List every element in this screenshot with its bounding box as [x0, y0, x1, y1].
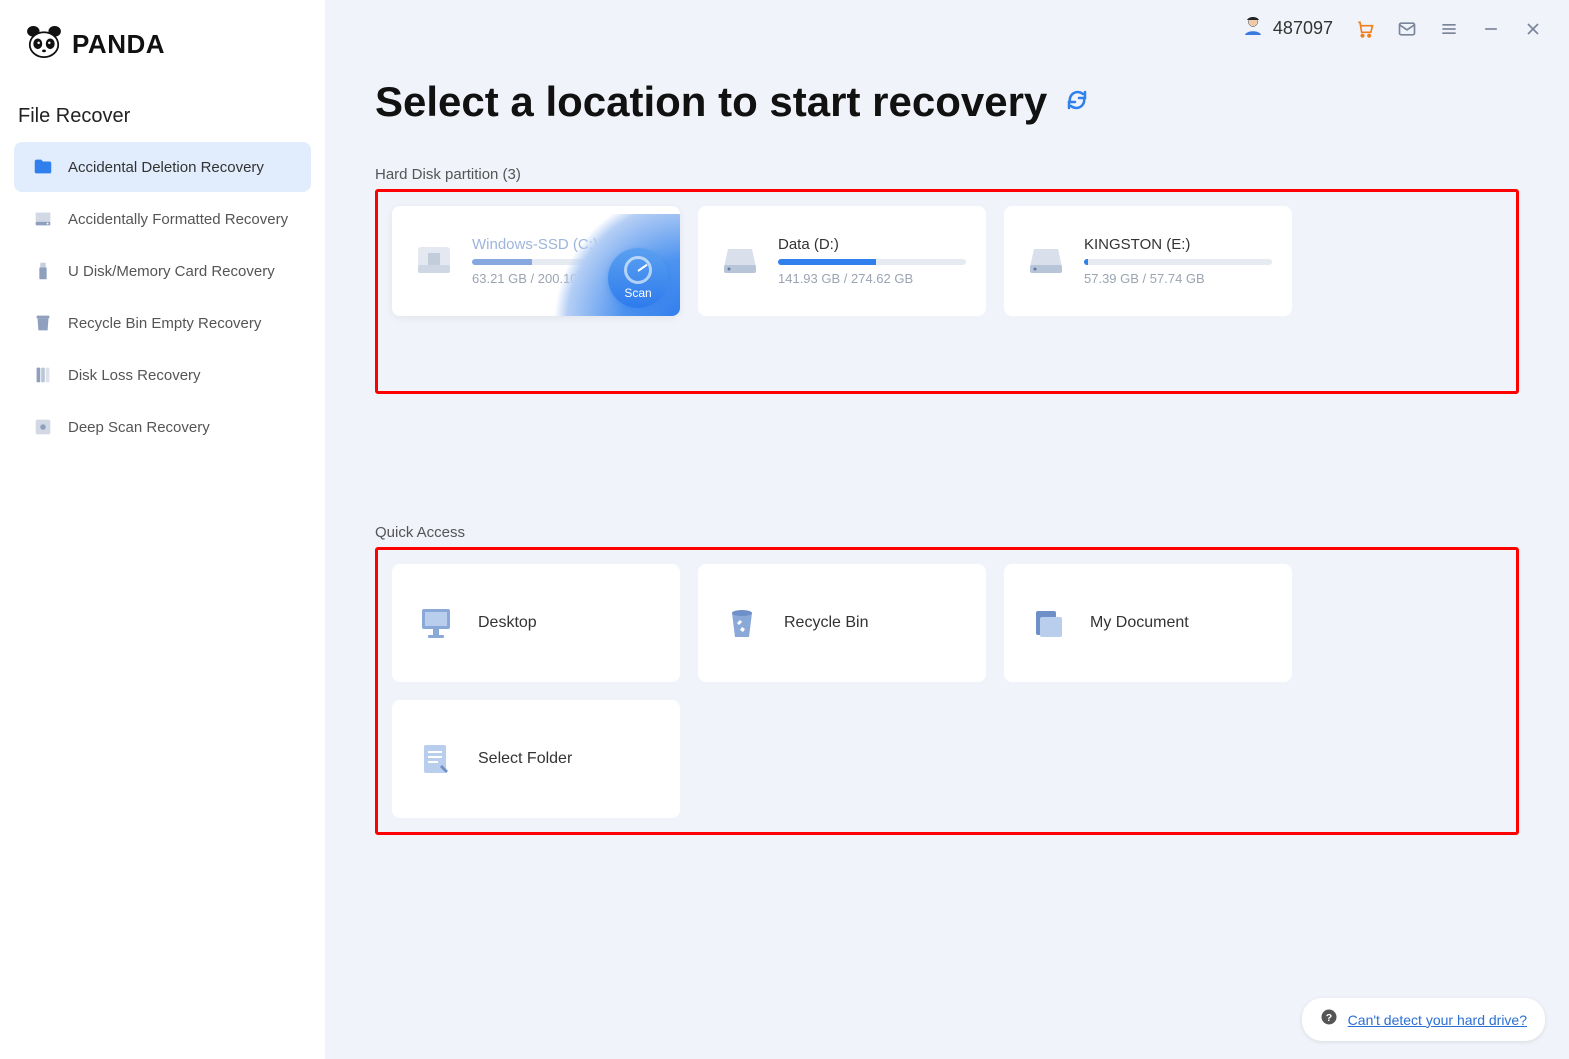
partition-cards: Windows-SSD (C:) 63.21 GB / 200.10 GB Sc… — [392, 206, 1502, 316]
minimize-icon[interactable] — [1481, 19, 1501, 39]
partition-name: KINGSTON (E:) — [1084, 236, 1272, 253]
drive-icon — [1024, 239, 1068, 283]
panda-icon — [26, 26, 62, 63]
cart-icon[interactable] — [1355, 19, 1375, 39]
partition-name: Data (D:) — [778, 236, 966, 253]
quick-access-item-label: Recycle Bin — [784, 614, 868, 632]
sidebar-item-label: Recycle Bin Empty Recovery — [68, 315, 261, 332]
folder-icon — [32, 156, 54, 178]
sidebar-item-disk-loss[interactable]: Disk Loss Recovery — [14, 350, 311, 400]
trash-icon — [32, 312, 54, 334]
sidebar-item-label: Accidental Deletion Recovery — [68, 159, 264, 176]
partition-section-label: Hard Disk partition (3) — [375, 166, 1519, 183]
brand-text: PANDA — [72, 29, 165, 60]
sidebar-item-label: U Disk/Memory Card Recovery — [68, 263, 275, 280]
document-icon — [1028, 603, 1068, 643]
partition-card-d[interactable]: Data (D:) 141.93 GB / 274.62 GB — [698, 206, 986, 316]
refresh-icon[interactable] — [1065, 88, 1089, 117]
quick-access-cards: Desktop Recycle Bin My Document — [392, 564, 1502, 818]
sidebar-item-udisk[interactable]: U Disk/Memory Card Recovery — [14, 246, 311, 296]
scan-icon — [32, 416, 54, 438]
partition-card-c[interactable]: Windows-SSD (C:) 63.21 GB / 200.10 GB Sc… — [392, 206, 680, 316]
quick-access-select-folder[interactable]: Select Folder — [392, 700, 680, 818]
sidebar-item-label: Accidentally Formatted Recovery — [68, 211, 288, 228]
main-area: 487097 Select a location to start recove… — [325, 0, 1569, 1059]
mail-icon[interactable] — [1397, 19, 1417, 39]
quick-access-item-label: My Document — [1090, 614, 1189, 632]
menu-icon[interactable] — [1439, 19, 1459, 39]
help-icon: ? — [1320, 1008, 1338, 1031]
sidebar-item-label: Disk Loss Recovery — [68, 367, 201, 384]
desktop-icon — [416, 603, 456, 643]
sidebar-item-formatted[interactable]: Accidentally Formatted Recovery — [14, 194, 311, 244]
page-title: Select a location to start recovery — [375, 78, 1047, 126]
hdd-icon — [32, 208, 54, 230]
partition-size: 141.93 GB / 274.62 GB — [778, 271, 966, 286]
quick-access-item-label: Desktop — [478, 614, 537, 632]
sidebar-item-deep-scan[interactable]: Deep Scan Recovery — [14, 402, 311, 452]
sidebar-nav: Accidental Deletion Recovery Accidentall… — [0, 142, 325, 452]
quick-access-recycle-bin[interactable]: Recycle Bin — [698, 564, 986, 682]
sidebar: PANDA File Recover Accidental Deletion R… — [0, 0, 325, 1059]
usage-bar — [778, 259, 966, 265]
quick-access-item-label: Select Folder — [478, 750, 572, 768]
user-badge[interactable]: 487097 — [1241, 14, 1333, 43]
partition-highlight-box: Windows-SSD (C:) 63.21 GB / 200.10 GB Sc… — [375, 189, 1519, 394]
usage-bar — [1084, 259, 1272, 265]
sidebar-section-title: File Recover — [0, 83, 325, 142]
select-folder-icon — [416, 739, 456, 779]
svg-text:?: ? — [1325, 1012, 1331, 1024]
sidebar-item-label: Deep Scan Recovery — [68, 419, 210, 436]
drive-icon — [718, 239, 762, 283]
close-icon[interactable] — [1523, 19, 1543, 39]
quick-access-desktop[interactable]: Desktop — [392, 564, 680, 682]
scan-button[interactable]: Scan — [608, 248, 668, 308]
partition-size: 57.39 GB / 57.74 GB — [1084, 271, 1272, 286]
scan-label: Scan — [624, 286, 651, 300]
sidebar-item-accidental-deletion[interactable]: Accidental Deletion Recovery — [14, 142, 311, 192]
avatar-icon — [1241, 14, 1265, 43]
quick-access-highlight-box: Desktop Recycle Bin My Document — [375, 547, 1519, 835]
brand-logo: PANDA — [0, 18, 325, 83]
help-link[interactable]: Can't detect your hard drive? — [1348, 1012, 1527, 1028]
sidebar-item-recycle-bin[interactable]: Recycle Bin Empty Recovery — [14, 298, 311, 348]
usb-icon — [32, 260, 54, 282]
titlebar: 487097 — [1241, 14, 1543, 43]
user-id: 487097 — [1273, 18, 1333, 39]
recycle-bin-icon — [722, 603, 762, 643]
help-pill[interactable]: ? Can't detect your hard drive? — [1302, 998, 1545, 1041]
partition-card-e[interactable]: KINGSTON (E:) 57.39 GB / 57.74 GB — [1004, 206, 1292, 316]
quick-access-my-document[interactable]: My Document — [1004, 564, 1292, 682]
quick-access-label: Quick Access — [375, 524, 1519, 541]
drive-icon — [412, 239, 456, 283]
disk-icon — [32, 364, 54, 386]
